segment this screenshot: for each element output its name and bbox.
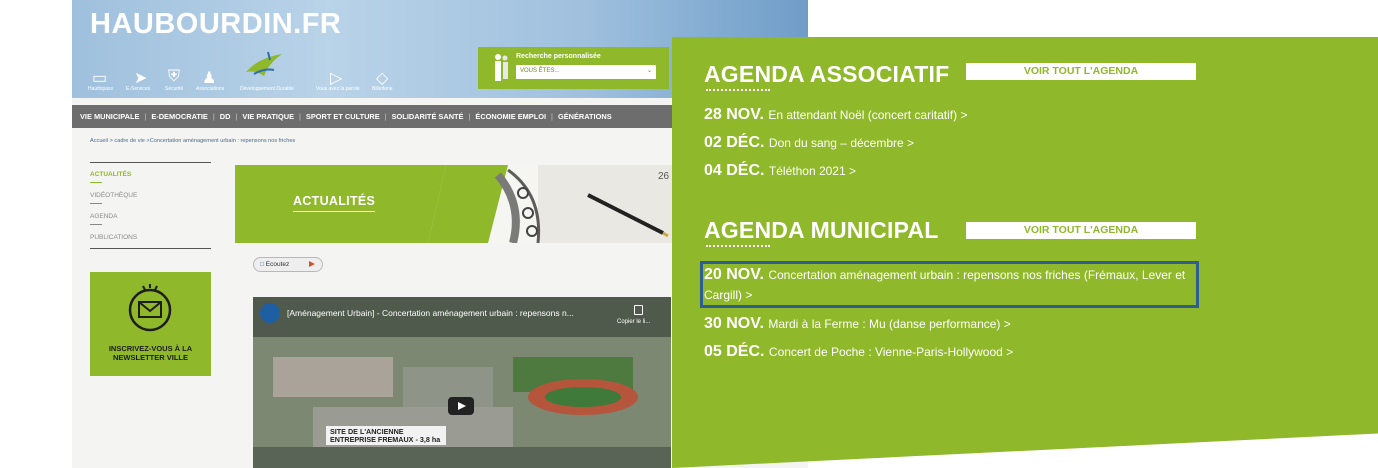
header-link-eservices[interactable]: E-Services — [126, 86, 150, 92]
people-icon[interactable]: ♟ — [202, 68, 216, 88]
header-link-dd[interactable]: Développement Durable — [240, 86, 294, 92]
nav-item-vie-pratique[interactable]: VIE PRATIQUE — [242, 112, 294, 121]
header-link-securite[interactable]: Sécurité — [165, 86, 183, 92]
header-link-parole[interactable]: Vous avez la parole — [316, 86, 360, 92]
event-item[interactable]: 05 DÉC. Concert de Poche : Vienne-Paris-… — [704, 343, 1013, 361]
side-menu: ACTUALITÉS VIDÉOTHÈQUE AGENDA PUBLICATIO… — [90, 168, 211, 252]
video-caption: SITE DE L'ANCIENNE ENTREPRISE FREMAUX - … — [326, 426, 446, 445]
channel-logo-icon[interactable] — [260, 303, 280, 323]
megaphone-icon[interactable]: ▷ — [330, 68, 342, 88]
header-link-hautbipass[interactable]: Hautbipass — [88, 86, 113, 92]
video-play-button[interactable] — [448, 397, 474, 415]
voir-agenda-municipal-button[interactable]: VOIR TOUT L'AGENDA — [966, 222, 1196, 239]
video-title[interactable]: [Aménagement Urbain] - Concertation amén… — [287, 308, 574, 318]
speaker-icon: □ — [260, 261, 264, 268]
play-icon — [309, 261, 315, 267]
svg-text:26: 26 — [658, 171, 670, 182]
header-link-associations[interactable]: Associations — [196, 86, 224, 92]
copy-link-label[interactable]: Copier le li... — [617, 319, 650, 325]
site-title[interactable]: HAUBOURDIN.FR — [90, 8, 341, 41]
video-thumbnail — [253, 297, 671, 468]
agenda-panel: AGENDA ASSOCIATIF VOIR TOUT L'AGENDA 28 … — [672, 37, 1378, 468]
side-menu-item-videotheque[interactable]: VIDÉOTHÈQUE — [90, 189, 211, 210]
search-title: Recherche personnalisée — [516, 53, 601, 60]
newsletter-signup[interactable]: INSCRIVEZ-VOUS À LA NEWSLETTER VILLE — [90, 272, 211, 376]
nav-item-dd[interactable]: DD — [220, 112, 231, 121]
ticket-icon[interactable]: ◇ — [376, 68, 388, 88]
event-item[interactable]: 04 DÉC. Téléthon 2021 > — [704, 162, 856, 180]
event-item-highlighted[interactable]: 20 NOV. Concertation aménagement urbain … — [704, 265, 1190, 305]
envelope-icon — [128, 284, 172, 332]
listen-label: Ecoutez — [265, 261, 290, 268]
breadcrumb[interactable]: Accueil > cadre de vie >Concertation amé… — [90, 138, 295, 144]
divider — [90, 248, 211, 249]
agenda-municipal-title: AGENDA MUNICIPAL — [704, 217, 939, 243]
side-menu-item-actualites[interactable]: ACTUALITÉS — [90, 168, 211, 189]
nav-item-e-democratie[interactable]: E-DEMOCRATIE — [151, 112, 208, 121]
shield-icon[interactable]: ⛨ — [168, 68, 180, 86]
newsletter-label: INSCRIVEZ-VOUS À LA NEWSLETTER VILLE — [108, 344, 193, 362]
nav-item-economie-emploi[interactable]: ÉCONOMIE EMPLOI — [475, 112, 546, 121]
agenda-associatif-title: AGENDA ASSOCIATIF — [704, 61, 950, 87]
profile-select-value: VOUS ÊTES... — [520, 68, 560, 74]
nav-item-generations[interactable]: GÉNÉRATIONS — [558, 112, 612, 121]
nav-item-solidarite-sante[interactable]: SOLIDARITÉ SANTÉ — [392, 112, 464, 121]
card-icon[interactable]: ▭ — [92, 68, 107, 88]
title-underline — [706, 89, 770, 91]
header-link-billetterie[interactable]: Billetterie — [372, 86, 393, 92]
divider — [90, 162, 211, 163]
event-item[interactable]: 28 NOV. En attendant Noël (concert carit… — [704, 106, 967, 124]
video-player[interactable]: [Aménagement Urbain] - Concertation amén… — [253, 297, 671, 468]
title-underline — [706, 245, 770, 247]
voir-agenda-associatif-button[interactable]: VOIR TOUT L'AGENDA — [966, 63, 1196, 80]
chevron-down-icon: ⌄ — [646, 68, 652, 74]
side-menu-item-agenda[interactable]: AGENDA — [90, 210, 211, 231]
listen-button[interactable]: □ Ecoutez — [253, 257, 323, 272]
nav-item-vie-municipale[interactable]: VIE MUNICIPALE — [80, 112, 139, 121]
cursor-icon[interactable]: ➤ — [134, 68, 147, 88]
banner-title: ACTUALITÉS — [293, 194, 376, 212]
event-item[interactable]: 30 NOV. Mardi à la Ferme : Mu (danse per… — [704, 315, 1011, 333]
person-icon — [495, 54, 508, 81]
profile-select[interactable]: VOUS ÊTES... ⌄ — [516, 65, 656, 79]
bird-logo-icon[interactable] — [244, 50, 284, 80]
personalized-search: Recherche personnalisée VOUS ÊTES... ⌄ — [478, 47, 669, 89]
event-item[interactable]: 02 DÉC. Don du sang – décembre > — [704, 134, 914, 152]
nav-item-sport-culture[interactable]: SPORT ET CULTURE — [306, 112, 380, 121]
copy-icon[interactable] — [634, 305, 643, 315]
